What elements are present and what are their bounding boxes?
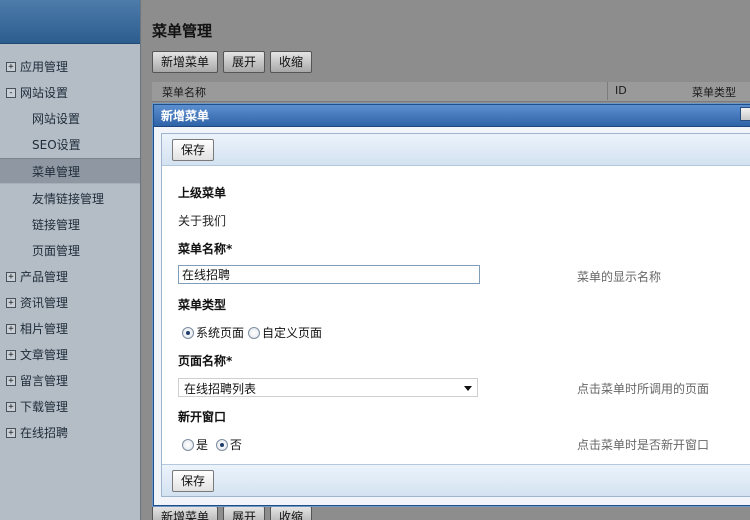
radio-system-page-label[interactable]: 系统页面 xyxy=(196,326,244,340)
sidebar-item-label: 链接管理 xyxy=(32,218,81,232)
page-name-hint: 点击菜单时所调用的页面 xyxy=(577,382,710,396)
sidebar-item-articles[interactable]: + 文章管理 xyxy=(0,342,140,368)
save-button[interactable]: 保存 xyxy=(172,139,215,161)
radio-yes-label[interactable]: 是 xyxy=(196,438,208,452)
chevron-down-icon[interactable] xyxy=(464,386,472,391)
sidebar: + 应用管理 - 网站设置 网站设置 SEO设置 菜单管理 友情链接管理 链接管理 … xyxy=(0,0,141,520)
close-icon[interactable] xyxy=(740,107,750,121)
menu-name-input[interactable] xyxy=(178,265,480,284)
expand-icon[interactable]: + xyxy=(6,375,16,386)
expand-icon[interactable]: + xyxy=(6,427,16,438)
parent-menu-label: 上级菜单 xyxy=(178,186,227,200)
new-window-hint: 点击菜单时是否新开窗口 xyxy=(577,438,710,452)
page-name-selected: 在线招聘列表 xyxy=(184,382,257,396)
page-name-select[interactable]: 在线招聘列表 xyxy=(178,378,478,397)
sidebar-item-messages[interactable]: + 留言管理 xyxy=(0,368,140,394)
sidebar-item-label: 网站设置 xyxy=(20,86,69,100)
add-menu-button-bottom[interactable]: 新增菜单 xyxy=(152,506,219,520)
sidebar-item-label: 页面管理 xyxy=(32,244,81,258)
dialog-body: 保存 上级菜单 关于我们 菜单名称* 菜单的显示名称 菜单类型 系统页面 自定义页… xyxy=(161,133,750,497)
sidebar-item-downloads[interactable]: + 下载管理 xyxy=(0,394,140,420)
radio-no-label[interactable]: 否 xyxy=(230,438,242,452)
sidebar-item-label: 资讯管理 xyxy=(20,296,69,310)
sidebar-item-label: 文章管理 xyxy=(20,348,69,362)
expand-button-bottom[interactable]: 展开 xyxy=(223,506,266,520)
add-menu-button[interactable]: 新增菜单 xyxy=(152,51,219,73)
expand-icon[interactable]: + xyxy=(6,401,16,412)
toolbar-bottom: 新增菜单 展开 收缩 xyxy=(152,506,317,520)
dialog-toolbar-top: 保存 xyxy=(162,134,750,166)
sidebar-item-news[interactable]: + 资讯管理 xyxy=(0,290,140,316)
dialog-title[interactable]: 新增菜单 xyxy=(154,105,750,127)
page-name-label: 页面名称* xyxy=(178,354,233,368)
new-window-label: 新开窗口 xyxy=(178,410,227,424)
radio-custom-page-label[interactable]: 自定义页面 xyxy=(262,326,322,340)
sidebar-item-label: 在线招聘 xyxy=(20,426,69,440)
sidebar-item-site-settings-sub[interactable]: 网站设置 xyxy=(0,106,140,132)
menu-name-hint: 菜单的显示名称 xyxy=(577,270,662,284)
sidebar-item-pages[interactable]: 页面管理 xyxy=(0,238,140,264)
sidebar-item-label: 下载管理 xyxy=(20,400,69,414)
sidebar-item-friend-links[interactable]: 友情链接管理 xyxy=(0,186,140,212)
sidebar-item-label: 应用管理 xyxy=(20,60,69,74)
sidebar-item-links[interactable]: 链接管理 xyxy=(0,212,140,238)
column-header-id[interactable]: ID xyxy=(607,82,627,100)
expand-icon[interactable]: + xyxy=(6,297,16,308)
sidebar-header xyxy=(0,0,140,44)
table-header: 菜单名称 ID 菜单类型 xyxy=(152,82,750,102)
page-title: 菜单管理 xyxy=(152,22,213,40)
sidebar-item-site-settings[interactable]: - 网站设置 xyxy=(0,80,140,106)
column-header-type[interactable]: 菜单类型 xyxy=(692,84,736,100)
menu-type-radio-group: 系统页面 自定义页面 xyxy=(182,324,326,341)
sidebar-item-label: 网站设置 xyxy=(32,112,81,126)
collapse-button-bottom[interactable]: 收缩 xyxy=(270,506,313,520)
sidebar-item-label: 产品管理 xyxy=(20,270,69,284)
radio-no[interactable] xyxy=(215,438,228,451)
expand-icon[interactable]: + xyxy=(6,349,16,360)
sidebar-item-label: 相片管理 xyxy=(20,322,69,336)
column-header-name[interactable]: 菜单名称 xyxy=(162,84,206,100)
sidebar-item-products[interactable]: + 产品管理 xyxy=(0,264,140,290)
sidebar-item-recruitment[interactable]: + 在线招聘 xyxy=(0,420,140,446)
menu-type-label: 菜单类型 xyxy=(178,298,227,312)
toolbar: 新增菜单 展开 收缩 xyxy=(152,51,317,75)
parent-menu-value: 关于我们 xyxy=(178,214,227,228)
add-menu-dialog: 新增菜单 保存 上级菜单 关于我们 菜单名称* 菜单的显示名称 菜单类型 系统页… xyxy=(153,104,750,506)
sidebar-item-label: 菜单管理 xyxy=(32,165,81,179)
sidebar-item-app-management[interactable]: + 应用管理 xyxy=(0,54,140,80)
expand-icon[interactable]: + xyxy=(6,323,16,334)
collapse-icon[interactable]: - xyxy=(6,87,16,98)
collapse-button[interactable]: 收缩 xyxy=(270,51,313,73)
sidebar-item-photos[interactable]: + 相片管理 xyxy=(0,316,140,342)
expand-icon[interactable]: + xyxy=(6,271,16,282)
sidebar-item-menu-management[interactable]: 菜单管理 xyxy=(0,158,140,184)
save-button-bottom[interactable]: 保存 xyxy=(172,470,215,492)
radio-yes[interactable] xyxy=(182,438,194,451)
radio-custom-page[interactable] xyxy=(248,326,261,339)
expand-icon[interactable]: + xyxy=(6,61,16,72)
menu-name-label: 菜单名称* xyxy=(178,242,233,256)
sidebar-item-seo[interactable]: SEO设置 xyxy=(0,132,140,158)
sidebar-item-label: 留言管理 xyxy=(20,374,69,388)
sidebar-item-label: 友情链接管理 xyxy=(32,192,105,206)
expand-button[interactable]: 展开 xyxy=(223,51,266,73)
radio-system-page[interactable] xyxy=(182,326,194,339)
new-window-radio-group: 是 否 xyxy=(182,436,246,453)
sidebar-item-label: SEO设置 xyxy=(32,138,81,152)
dialog-toolbar-bottom: 保存 xyxy=(162,464,750,496)
